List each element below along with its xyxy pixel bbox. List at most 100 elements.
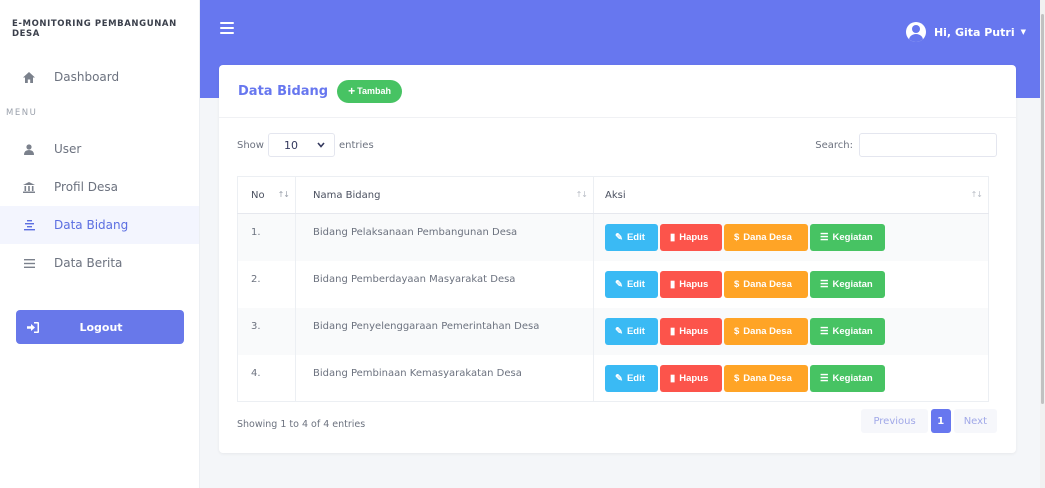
menu-heading: MENU <box>6 108 38 118</box>
user-icon <box>22 143 36 155</box>
data-bidang-card: Data Bidang + Tambah Show 10 entries Sea… <box>219 65 1016 453</box>
list-check-icon: ☰ <box>820 278 829 290</box>
dana-desa-button[interactable]: $ Dana Desa <box>724 224 808 251</box>
list-check-icon: ☰ <box>820 372 829 384</box>
sort-icon: ↑↓ <box>575 190 588 199</box>
sign-in-icon <box>18 321 48 333</box>
kegiatan-button[interactable]: ☰ Kegiatan <box>810 270 885 298</box>
delete-button[interactable]: ▮ Hapus <box>660 224 722 251</box>
data-table: No ↑↓ Nama Bidang ↑↓ Aksi ↑↓ 1. Bidang Pela… <box>237 176 989 402</box>
sort-icon: ↑↓ <box>277 190 290 199</box>
cell-no: 4. <box>251 367 261 379</box>
search-input[interactable] <box>859 133 997 157</box>
logout-button[interactable]: Logout <box>16 310 184 344</box>
cell-nama: Bidang Penyelenggaraan Pemerintahan Desa <box>295 307 594 355</box>
dollar-icon: $ <box>734 232 740 243</box>
avatar <box>905 22 926 42</box>
sidebar-item-profil-desa[interactable]: Profil Desa <box>0 168 199 206</box>
add-button[interactable]: + Tambah <box>337 79 402 103</box>
search-label: Search: <box>815 139 853 151</box>
chevron-down-icon <box>317 141 325 150</box>
user-dropdown[interactable]: Hi, Gita Putri ▼ <box>905 22 1026 42</box>
user-greeting: Hi, Gita Putri <box>933 25 1015 39</box>
page-scrollbar[interactable] <box>1040 0 1045 488</box>
edit-icon: ✎ <box>615 372 623 384</box>
bars-icon <box>22 258 36 268</box>
kegiatan-button[interactable]: ☰ Kegiatan <box>810 364 885 392</box>
sidebar-item-user[interactable]: User <box>0 130 199 168</box>
data-table-wrapper: No ↑↓ Nama Bidang ↑↓ Aksi ↑↓ 1. Bidang Pela… <box>237 176 989 402</box>
table-row: 4. Bidang Pembinaan Kemasyarakatan Desa … <box>238 354 989 402</box>
edit-icon: ✎ <box>615 278 623 290</box>
trash-icon: ▮ <box>670 232 676 243</box>
scrollbar-thumb[interactable] <box>1041 14 1044 404</box>
table-row: 3. Bidang Penyelenggaraan Pemerintahan D… <box>237 307 989 355</box>
table-info: Showing 1 to 4 of 4 entries <box>237 419 366 430</box>
entries-control: Show 10 entries <box>237 133 374 157</box>
sort-icon: ↑↓ <box>970 190 983 199</box>
next-button[interactable]: Next <box>953 409 997 433</box>
edit-button[interactable]: ✎ Edit <box>605 224 658 251</box>
trash-icon: ▮ <box>670 278 676 290</box>
sidebar-item-label: Data Berita <box>54 256 123 270</box>
entries-value: 10 <box>283 138 298 152</box>
edit-button[interactable]: ✎ Edit <box>605 317 658 345</box>
dana-desa-button[interactable]: $ Dana Desa <box>724 270 808 298</box>
edit-icon: ✎ <box>615 325 623 337</box>
pagination: Previous 1 Next <box>861 409 997 433</box>
edit-icon: ✎ <box>615 232 623 243</box>
table-controls: Show 10 entries Search: <box>237 133 997 157</box>
sidebar-item-data-bidang[interactable]: Data Bidang <box>0 206 199 244</box>
kegiatan-button[interactable]: ☰ Kegiatan <box>810 224 885 251</box>
table-row: 1. Bidang Pelaksanaan Pembangunan Desa ✎… <box>237 213 989 261</box>
sidebar-item-label: Dashboard <box>54 70 120 84</box>
delete-button[interactable]: ▮ Hapus <box>660 364 722 392</box>
sidebar-item-label: Profil Desa <box>54 180 118 194</box>
list-check-icon: ☰ <box>820 325 829 337</box>
dana-desa-button[interactable]: $ Dana Desa <box>724 317 808 345</box>
delete-button[interactable]: ▮ Hapus <box>660 270 722 298</box>
cell-no: 2. <box>251 273 261 285</box>
app-brand: E-MONITORING PEMBANGUNAN DESA <box>12 19 177 39</box>
delete-button[interactable]: ▮ Hapus <box>660 317 722 345</box>
dana-desa-button[interactable]: $ Dana Desa <box>724 364 808 392</box>
landmark-icon <box>22 181 36 193</box>
page-title: Data Bidang <box>238 83 329 99</box>
home-icon <box>22 71 36 83</box>
dollar-icon: $ <box>734 372 740 384</box>
sidebar-item-data-berita[interactable]: Data Berita <box>0 244 199 282</box>
cell-aksi: ✎ Edit ▮ Hapus $ Dana Desa ☰ Kegiatan <box>593 354 989 402</box>
show-label: Show <box>237 139 264 151</box>
sidebar-item-dashboard[interactable]: Dashboard <box>0 58 199 96</box>
entries-label: entries <box>338 139 374 151</box>
logout-label: Logout <box>79 320 123 334</box>
entries-select[interactable]: 10 <box>267 133 335 157</box>
page-1-button[interactable]: 1 <box>930 409 951 433</box>
add-button-label: Tambah <box>357 86 391 96</box>
trash-icon: ▮ <box>670 325 676 337</box>
previous-button[interactable]: Previous <box>861 409 928 433</box>
cell-aksi: ✎ Edit ▮ Hapus $ Dana Desa ☰ Kegiatan <box>593 213 989 261</box>
menu-toggle-icon[interactable] <box>220 22 234 34</box>
kegiatan-button[interactable]: ☰ Kegiatan <box>810 317 885 345</box>
plus-icon: + <box>348 84 356 98</box>
search-control: Search: <box>815 133 997 157</box>
cell-aksi: ✎ Edit ▮ Hapus $ Dana Desa ☰ Kegiatan <box>593 260 989 308</box>
sidebar-item-label: User <box>54 142 82 156</box>
cell-nama: Bidang Pemberdayaan Masyarakat Desa <box>295 260 594 308</box>
table-row: 2. Bidang Pemberdayaan Masyarakat Desa ✎… <box>238 260 989 308</box>
cell-nama: Bidang Pelaksanaan Pembangunan Desa <box>295 213 594 261</box>
list-icon <box>22 219 36 231</box>
column-header-nama[interactable]: Nama Bidang ↑↓ <box>295 176 594 214</box>
card-header: Data Bidang + Tambah <box>219 65 1016 118</box>
caret-down-icon: ▼ <box>1020 28 1026 36</box>
dollar-icon: $ <box>734 278 740 290</box>
column-header-aksi[interactable]: Aksi ↑↓ <box>593 176 989 214</box>
dollar-icon: $ <box>734 325 740 337</box>
cell-nama: Bidang Pembinaan Kemasyarakatan Desa <box>295 354 594 402</box>
sidebar-item-label: Data Bidang <box>54 218 129 232</box>
list-check-icon: ☰ <box>820 232 829 243</box>
column-header-no[interactable]: No ↑↓ <box>237 176 296 214</box>
edit-button[interactable]: ✎ Edit <box>605 270 658 298</box>
edit-button[interactable]: ✎ Edit <box>605 364 658 392</box>
